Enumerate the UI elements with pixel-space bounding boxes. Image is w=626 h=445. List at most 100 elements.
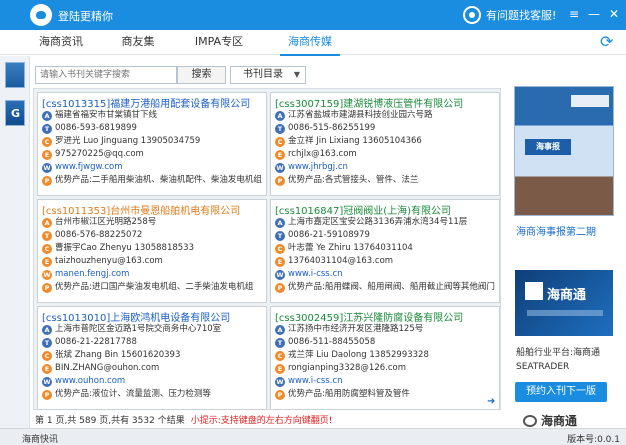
company-card[interactable]: [css1011353]台州市曼恩船舶机电有限公司 A 台州市椒江区光明路258号…: [37, 199, 267, 303]
contact-line: C 金立祥 Jin Lixiang 13605104366: [275, 135, 499, 147]
address-line: A 江苏扬中市经济开发区港隆路125号: [275, 323, 499, 335]
location-icon: A: [275, 218, 285, 228]
email-line: E 13764031104@163.com: [275, 255, 499, 267]
close-icon[interactable]: ✕: [606, 6, 622, 22]
login-link[interactable]: 登陆更精你: [58, 8, 113, 24]
menu-icon[interactable]: ≡: [566, 6, 582, 22]
phone-line: T 0086-593-6819899: [42, 122, 266, 134]
phone-line: T 0086-511-88455058: [275, 336, 499, 348]
email-icon: E: [275, 150, 285, 160]
contact-line: C 叶志蕾 Ye Zhiru 13764031104: [275, 242, 499, 254]
company-title[interactable]: [css1013010]上海欧鸿机电设备有限公司: [42, 309, 230, 324]
seatrader-logo-icon: [525, 282, 543, 300]
company-card[interactable]: [css1016847]冠阀阀业(上海)有限公司 A 上海市嘉定区宝安公路3136…: [270, 199, 500, 303]
location-icon: A: [42, 111, 52, 121]
contact-line: C 罗进光 Luo Jinguang 13905034759: [42, 135, 266, 147]
contact-line: C 曹振宇Cao Zhenyu 13058818533: [42, 242, 266, 254]
tab-friends[interactable]: 商友集: [112, 30, 164, 55]
minimize-icon[interactable]: —: [586, 6, 602, 22]
subscribe-button[interactable]: 预约入刊下一版: [515, 382, 607, 402]
person-icon: C: [42, 351, 52, 361]
magazine-cover[interactable]: 海事报: [514, 86, 614, 216]
company-card[interactable]: [css3007159]建湖锐博液压管件有限公司 A 江苏省盐城市建湖县科技创业园…: [270, 92, 500, 196]
phone-line: T 0086-576-88225072: [42, 229, 266, 241]
company-title[interactable]: [css1016847]冠阀阀业(上海)有限公司: [275, 202, 451, 217]
listing-panel: [css1013315]福建万港船用配套设备有限公司 A 福建省福安市甘棠镇甘下线…: [33, 88, 501, 410]
email-line: E BIN.ZHANG@ouhon.com: [42, 362, 266, 374]
cover-caption-link[interactable]: 海商海事报第二期: [516, 223, 596, 238]
company-title[interactable]: [css3002459]江苏兴隆防腐设备有限公司: [275, 309, 463, 324]
watermark: 海商通: [523, 412, 577, 429]
catalog-select-label: 书刊目录: [243, 69, 283, 80]
web-line[interactable]: Wwww.jhrbgj.cn: [275, 161, 499, 173]
tag-icon: P: [42, 176, 52, 186]
platform-text: 船舶行业平台:海商通: [516, 348, 601, 358]
avatar-icon[interactable]: [30, 4, 52, 26]
email-icon: E: [275, 257, 285, 267]
location-icon: A: [275, 325, 285, 335]
tag-icon: P: [42, 283, 52, 293]
help-button[interactable]: 有问题找客服!: [463, 5, 556, 25]
address-line: A 上海市普陀区金迈路1号院交商务中心710室: [42, 323, 266, 335]
banner-decoration: [527, 310, 603, 316]
address-line: A 上海市嘉定区宝安公路3136弄浦水湾34号11层: [275, 216, 499, 228]
catalog-select[interactable]: 书刊目录 ▼: [230, 66, 306, 84]
globe-icon: W: [42, 377, 52, 387]
tab-news[interactable]: 海商资讯: [32, 30, 90, 55]
web-line[interactable]: Wwww.fjwgw.com: [42, 161, 266, 173]
phone-icon: T: [275, 231, 285, 241]
company-card[interactable]: [css1013010]上海欧鸿机电设备有限公司 A 上海市普陀区金迈路1号院交商…: [37, 306, 267, 410]
email-line: Etaizhouzhenyu@163.com: [42, 255, 266, 267]
globe-icon: W: [42, 270, 52, 280]
email-icon: E: [42, 150, 52, 160]
pager: 第 1 页,共 589 页,共有 3532 个结果 小提示:支持键盘的左右方向键翻…: [35, 413, 332, 426]
refresh-icon[interactable]: ⟳: [600, 34, 616, 50]
email-icon: E: [275, 364, 285, 374]
company-title[interactable]: [css1011353]台州市曼恩船舶机电有限公司: [42, 202, 240, 217]
location-icon: A: [275, 111, 285, 121]
company-title[interactable]: [css3007159]建湖锐博液压管件有限公司: [275, 95, 463, 110]
version-label: 版本号:0.0.1: [567, 435, 620, 445]
tag-icon: P: [275, 390, 285, 400]
web-line[interactable]: Wmanen.fengj.com: [42, 268, 266, 280]
magazine-thumb[interactable]: [5, 62, 25, 88]
company-card[interactable]: [css1013315]福建万港船用配套设备有限公司 A 福建省福安市甘棠镇甘下线…: [37, 92, 267, 196]
products-line: P 优势产品:进口国产柴油发电机组、二手柴油发电机组: [42, 281, 266, 293]
person-icon: C: [275, 244, 285, 254]
email-line: E 975270225@qq.com: [42, 148, 266, 160]
products-line: P 优势产品:各式管接头、管件、法兰: [275, 174, 499, 186]
web-line[interactable]: Wwww.i-css.cn: [275, 268, 499, 280]
status-news[interactable]: 海商快讯: [22, 432, 58, 445]
wechat-icon: [523, 415, 537, 427]
status-bar: 海商快讯 版本号:0.0.1: [0, 428, 626, 445]
seatrader-banner[interactable]: 海商通: [515, 270, 613, 336]
email-line: Erchjlx@163.com: [275, 148, 499, 160]
email-icon: E: [42, 364, 52, 374]
person-icon: C: [275, 137, 285, 147]
headset-icon: [463, 6, 481, 24]
contact-line: C 张斌 Zhang Bin 15601620393: [42, 349, 266, 361]
email-line: Erongianping3328@126.com: [275, 362, 499, 374]
banner-title: 海商通: [547, 288, 587, 303]
phone-icon: T: [275, 338, 285, 348]
magazine-thumb[interactable]: [5, 100, 25, 126]
company-title[interactable]: [css1013315]福建万港船用配套设备有限公司: [42, 95, 250, 110]
phone-icon: T: [42, 124, 52, 134]
web-line[interactable]: Wwww.i-css.cn: [275, 375, 499, 387]
globe-icon: W: [275, 163, 285, 173]
next-page-arrow-icon[interactable]: ➜: [487, 396, 495, 407]
search-input[interactable]: [35, 66, 177, 84]
web-line[interactable]: Wwww.ouhon.com: [42, 375, 266, 387]
products-line: P 优势产品:液位计、流量监测、压力检测等: [42, 388, 266, 400]
tab-impa[interactable]: IMPA专区: [186, 30, 252, 55]
tag-icon: P: [275, 283, 285, 293]
company-card[interactable]: [css3002459]江苏兴隆防腐设备有限公司 A 江苏扬中市经济开发区港隆路1…: [270, 306, 500, 410]
address-line: A 江苏省盐城市建湖县科技创业园六号路: [275, 109, 499, 121]
title-bar: 登陆更精你 有问题找客服! ≡ — ✕: [0, 0, 626, 30]
tab-media[interactable]: 海商传媒: [280, 30, 340, 56]
address-line: A 台州市椒江区光明路258号: [42, 216, 266, 228]
location-icon: A: [42, 325, 52, 335]
search-button[interactable]: 搜索: [177, 66, 226, 84]
cover-logo-icon: [571, 95, 609, 107]
location-icon: A: [42, 218, 52, 228]
